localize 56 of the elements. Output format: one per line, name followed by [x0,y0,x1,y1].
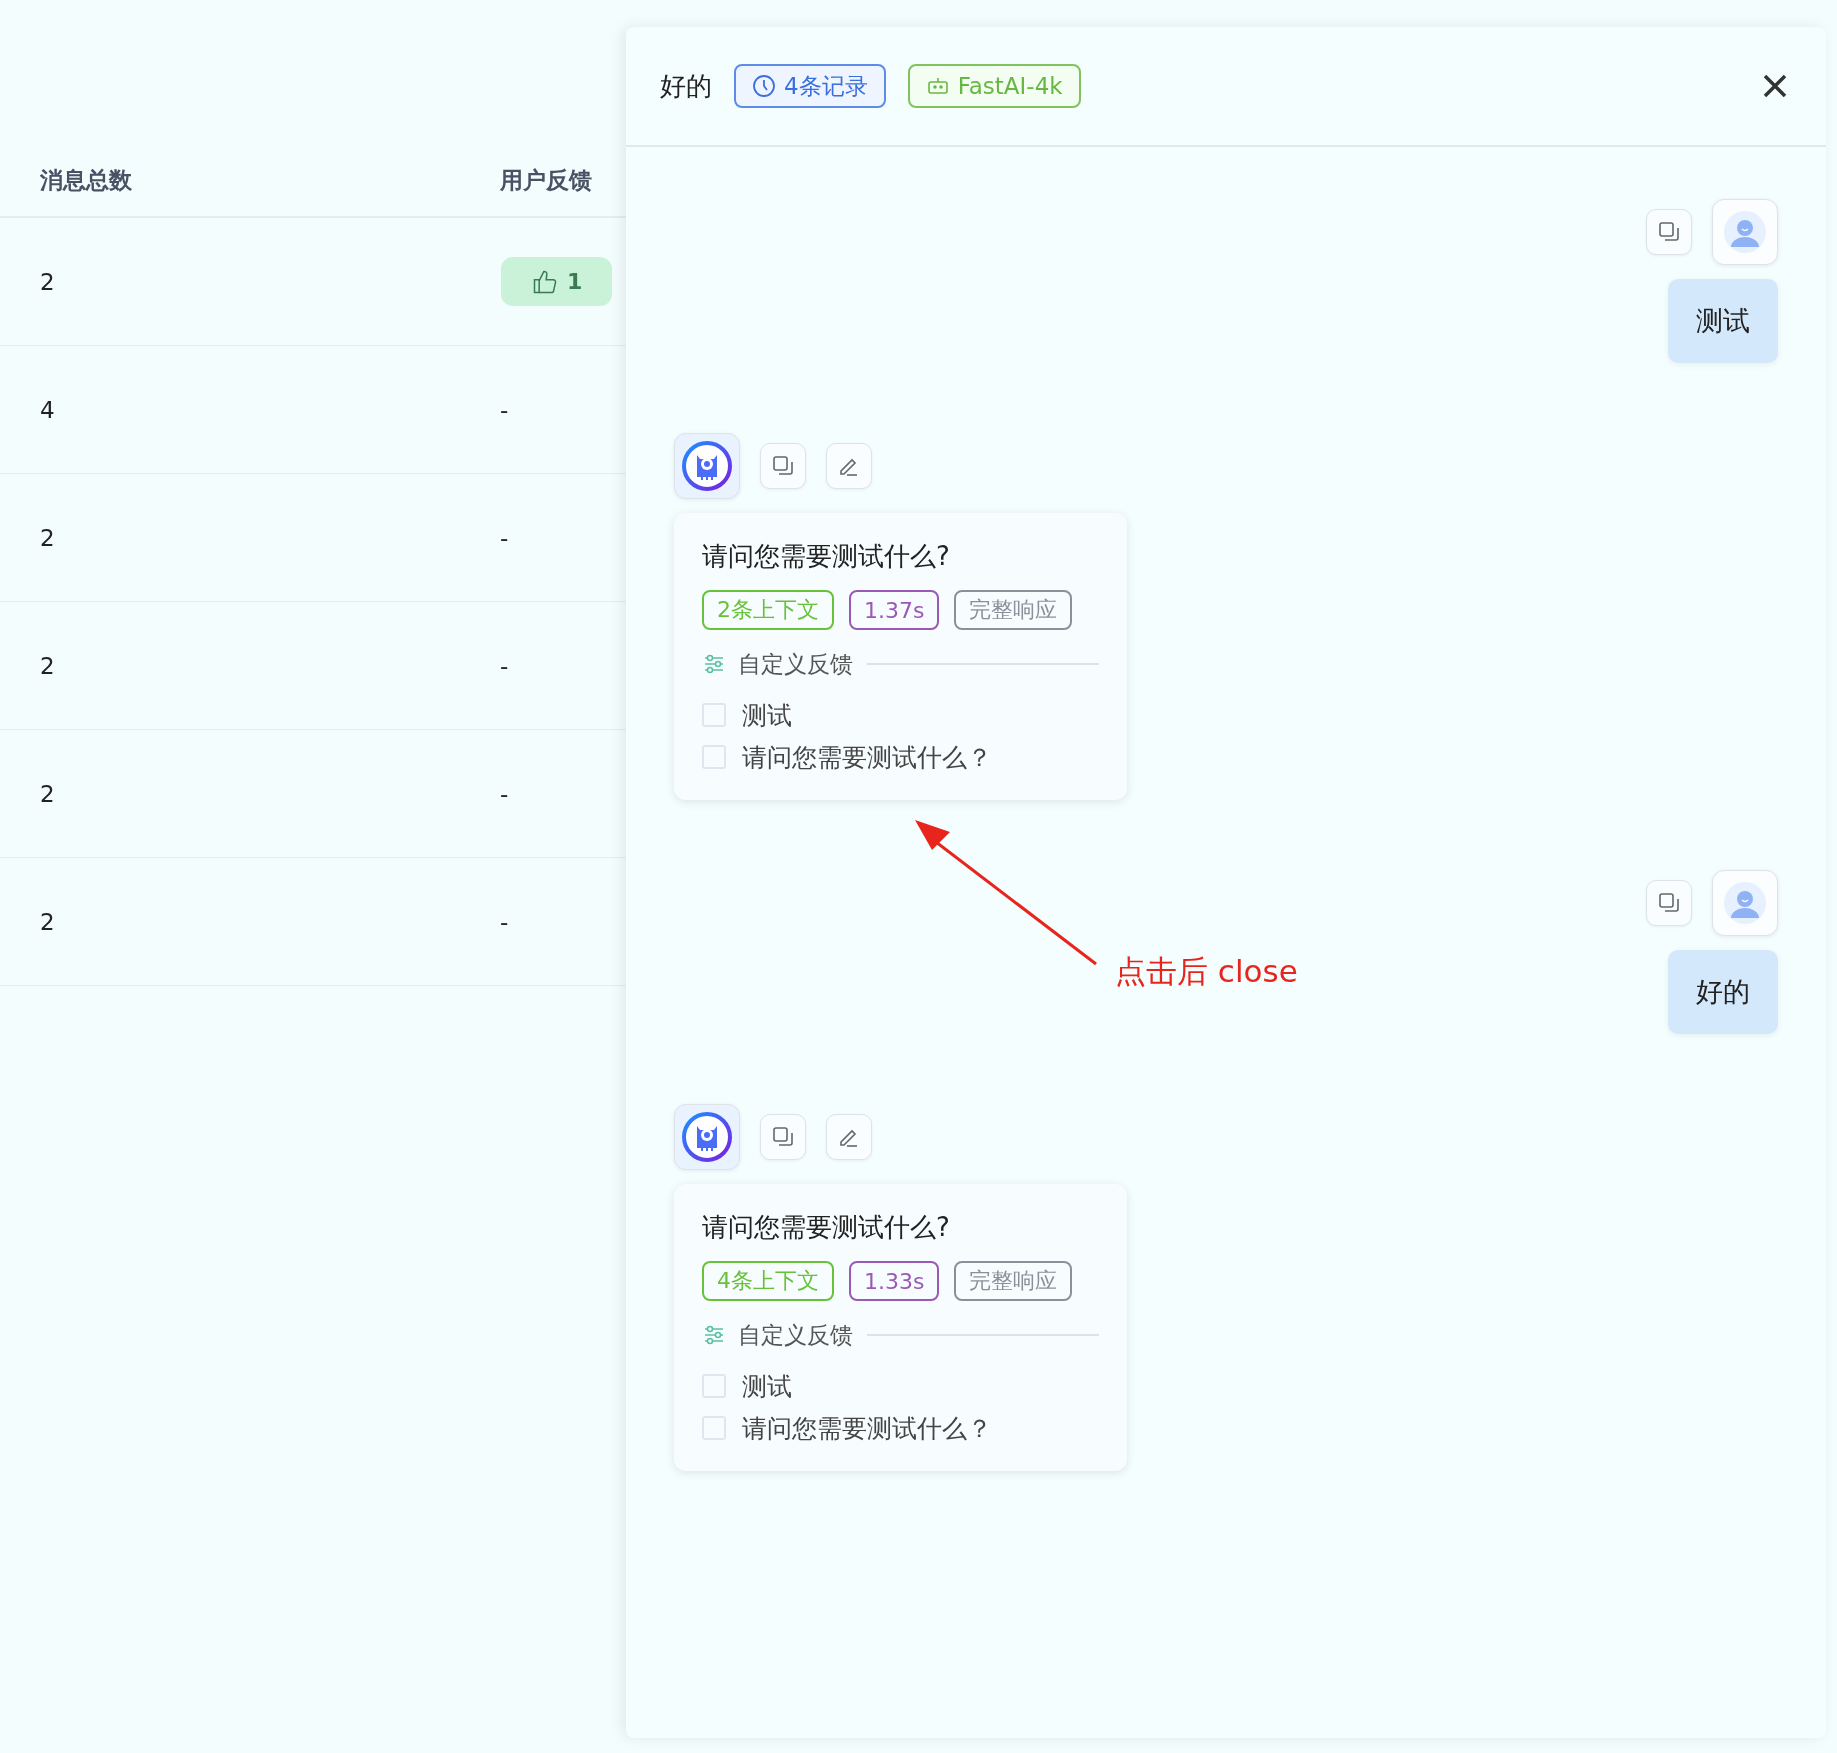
info-tag: 完整响应 [954,1261,1073,1301]
copy-button[interactable] [760,443,806,489]
annotation-text: 点击后 close [1115,952,1298,991]
info-tag: 4条上下文 [702,1261,834,1301]
bot-message: 请问您需要测试什么? [702,1211,951,1244]
checkbox[interactable] [702,1416,726,1440]
bot-message: 请问您需要测试什么? [702,540,951,573]
table-cell-text: - [500,396,510,423]
copy-icon [771,1125,795,1149]
user-message: 测试 [1668,279,1778,363]
user-avatar-icon [1724,211,1766,253]
like-badge: 1 [501,257,613,306]
option-label: 请问您需要测试什么？ [742,741,992,774]
table-cell-text: 2 [40,908,56,935]
checkbox[interactable] [702,703,726,727]
model-tag: FastAI-4k [907,64,1081,108]
option-label: 测试 [742,1370,792,1403]
feedback-label: 自定义反馈 [738,649,853,679]
feedback-label: 自定义反馈 [738,1320,853,1350]
copy-button[interactable] [1646,880,1692,926]
table-cell-text: - [500,780,510,807]
edit-button[interactable] [826,443,872,489]
info-tag: 完整响应 [954,590,1073,630]
copy-icon [1657,220,1681,244]
column-header: 消息总数 [40,166,133,195]
drawer-title: 好的 [660,69,712,103]
user-avatar-icon [1724,882,1766,924]
checkbox[interactable] [702,745,726,769]
copy-icon [771,454,795,478]
close-icon [1762,73,1788,99]
column-header: 用户反馈 [500,166,593,195]
clock-icon [752,74,776,98]
robot-avatar-icon [682,441,732,491]
robot-avatar-icon [682,1112,732,1162]
user-message: 好的 [1668,950,1778,1034]
info-tag: 1.33s [849,1261,940,1301]
info-tag: 2条上下文 [702,590,834,630]
edit-button[interactable] [826,1114,872,1160]
checkbox[interactable] [702,1374,726,1398]
table-cell-text: 2 [40,780,56,807]
table-cell-text: 2 [40,268,56,295]
table-cell-text: 4 [40,396,56,423]
copy-icon [1657,891,1681,915]
info-tag: 1.37s [849,590,940,630]
sliders-icon [702,652,726,676]
table-cell-text: 2 [40,524,56,551]
table-cell-text: 2 [40,652,56,679]
option-label: 测试 [742,699,792,732]
table-cell-text: - [500,524,510,551]
copy-button[interactable] [1646,209,1692,255]
sliders-icon [702,1323,726,1347]
option-label: 请问您需要测试什么？ [742,1412,992,1445]
records-tag: 4条记录 [734,64,886,108]
copy-button[interactable] [760,1114,806,1160]
table-cell-text: - [500,908,510,935]
table-cell-text: - [500,652,510,679]
